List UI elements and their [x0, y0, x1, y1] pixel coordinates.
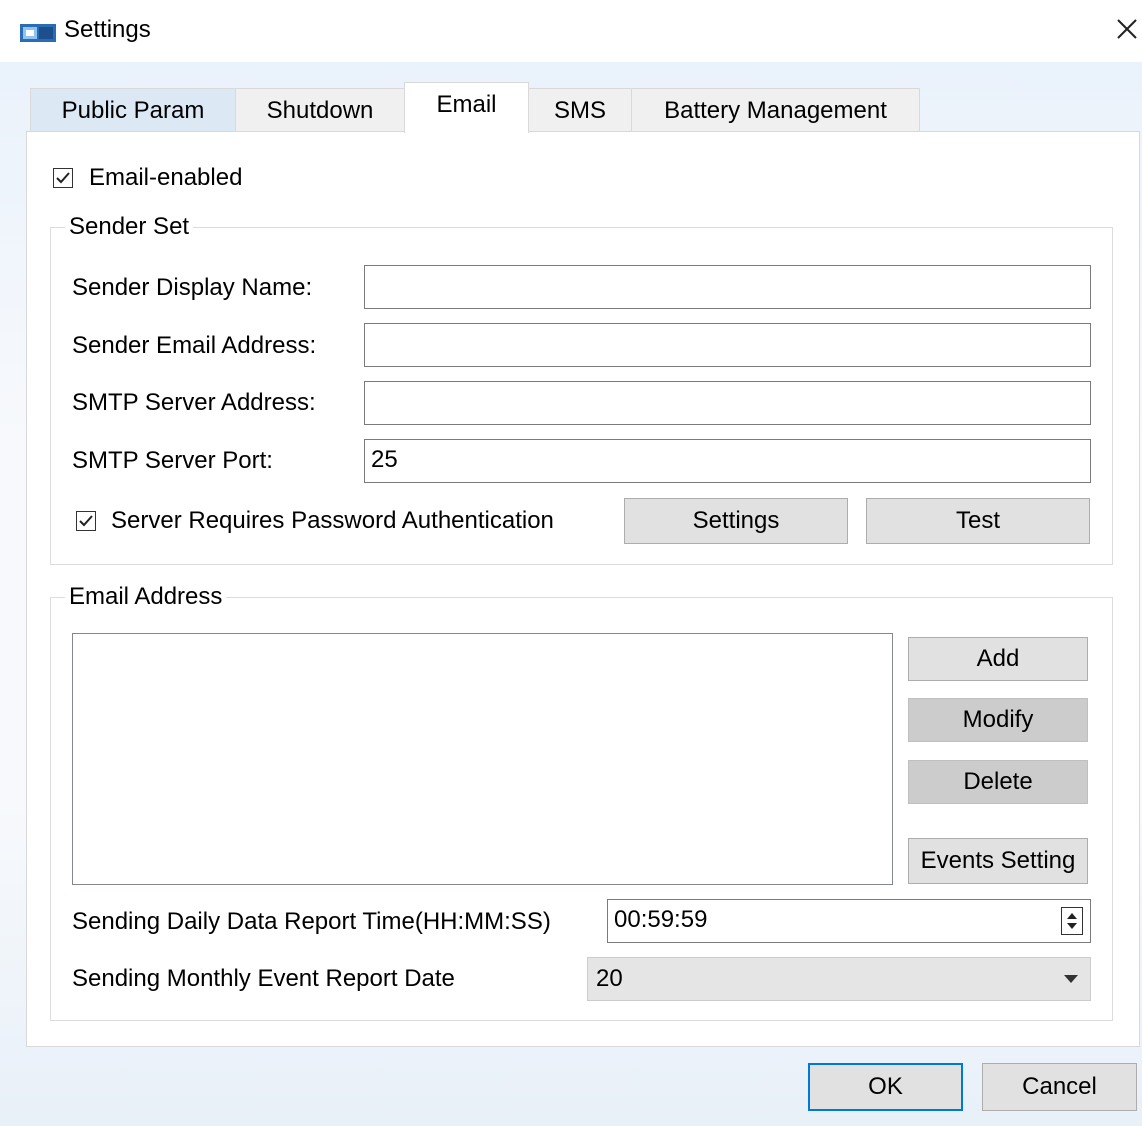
tab-shutdown[interactable]: Shutdown: [235, 88, 405, 132]
events-setting-button[interactable]: Events Setting: [908, 838, 1088, 884]
close-icon[interactable]: [1112, 14, 1142, 44]
tab-email[interactable]: Email: [404, 82, 529, 133]
password-auth-label: Server Requires Password Authentication: [111, 507, 554, 534]
add-button[interactable]: Add: [908, 637, 1088, 681]
tab-battery-management[interactable]: Battery Management: [631, 88, 920, 132]
sender-set-title: Sender Set: [65, 213, 194, 241]
window-title: Settings: [64, 16, 151, 43]
sender-display-name-label: Sender Display Name:: [72, 274, 313, 301]
tab-sms[interactable]: SMS: [528, 88, 632, 132]
smtp-server-address-input[interactable]: [364, 381, 1091, 425]
ok-button[interactable]: OK: [808, 1063, 963, 1111]
smtp-server-port-label: SMTP Server Port:: [72, 447, 273, 474]
email-enabled-label: Email-enabled: [89, 164, 243, 191]
monthly-report-date-value: 20: [596, 965, 623, 992]
password-auth-checkbox[interactable]: [76, 511, 96, 531]
delete-button[interactable]: Delete: [908, 760, 1088, 804]
email-address-list[interactable]: [72, 633, 893, 885]
smtp-server-address-label: SMTP Server Address:: [72, 389, 316, 416]
time-spinner-icon[interactable]: [1061, 907, 1083, 935]
monthly-report-date-label: Sending Monthly Event Report Date: [72, 965, 455, 992]
cancel-button[interactable]: Cancel: [982, 1063, 1137, 1111]
daily-report-time-label: Sending Daily Data Report Time(HH:MM:SS): [72, 908, 551, 935]
sender-display-name-input[interactable]: [364, 265, 1091, 309]
title-bar: Settings: [0, 0, 1142, 62]
app-icon: [20, 22, 56, 44]
smtp-server-port-input[interactable]: 25: [364, 439, 1091, 483]
daily-report-time-input[interactable]: 00:59:59: [607, 899, 1091, 943]
sender-email-address-input[interactable]: [364, 323, 1091, 367]
test-button[interactable]: Test: [866, 498, 1090, 544]
email-tab-panel: Email-enabled Sender Set Sender Display …: [26, 131, 1140, 1047]
tab-public-param[interactable]: Public Param: [30, 88, 236, 132]
chevron-down-icon: [1064, 975, 1078, 983]
sender-email-address-label: Sender Email Address:: [72, 332, 317, 359]
modify-button[interactable]: Modify: [908, 698, 1088, 742]
monthly-report-date-select[interactable]: 20: [587, 957, 1091, 1001]
email-enabled-checkbox[interactable]: [53, 168, 73, 188]
auth-settings-button[interactable]: Settings: [624, 498, 848, 544]
email-address-title: Email Address: [65, 583, 227, 611]
